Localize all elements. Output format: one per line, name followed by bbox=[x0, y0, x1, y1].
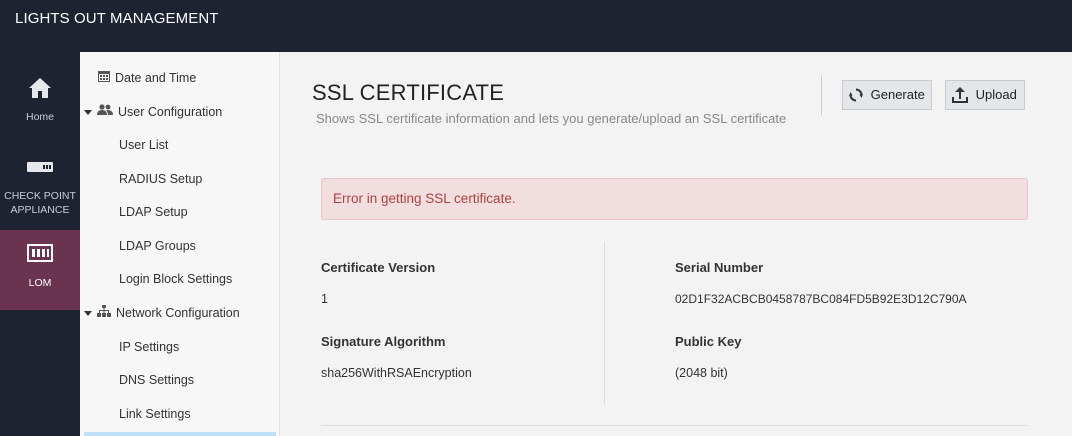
caret-down-icon bbox=[84, 109, 92, 115]
main-content: SSL CERTIFICATE Shows SSL certificate in… bbox=[281, 52, 1072, 436]
column-divider bbox=[604, 242, 605, 405]
nav-home-label: Home bbox=[25, 111, 54, 123]
network-icon bbox=[97, 304, 111, 322]
public-key-label: Public Key bbox=[675, 334, 742, 349]
subnav-label: Date and Time bbox=[115, 71, 197, 85]
nav-check-point-appliance[interactable]: CHECK POINT APPLIANCE bbox=[0, 160, 80, 220]
subnav-login-block-settings[interactable]: Login Block Settings bbox=[119, 270, 232, 288]
nav-lom-label: LOM bbox=[28, 277, 52, 289]
signature-algorithm-value: sha256WithRSAEncryption bbox=[321, 366, 472, 380]
home-icon bbox=[0, 76, 80, 100]
subnav-label: User Configuration bbox=[118, 105, 223, 119]
lom-icon bbox=[0, 244, 80, 262]
refresh-icon bbox=[849, 87, 871, 102]
subnav-radius-setup[interactable]: RADIUS Setup bbox=[119, 170, 202, 188]
subnav-ldap-groups[interactable]: LDAP Groups bbox=[119, 237, 196, 255]
header-divider bbox=[821, 75, 822, 115]
subnav-label: Network Configuration bbox=[116, 306, 240, 320]
upload-button[interactable]: Upload bbox=[945, 80, 1025, 110]
nav-lom[interactable]: LOM bbox=[0, 230, 80, 310]
appliance-icon bbox=[0, 160, 80, 174]
sub-nav: Date and Time User Configuration User Li… bbox=[80, 52, 280, 436]
serial-number-label: Serial Number bbox=[675, 260, 764, 275]
public-key-value: (2048 bit) bbox=[675, 366, 728, 380]
certificate-version-label: Certificate Version bbox=[321, 260, 436, 275]
page-subtitle: Shows SSL certificate information and le… bbox=[316, 111, 787, 126]
certificate-version-value: 1 bbox=[321, 292, 328, 306]
nav-home[interactable]: Home bbox=[0, 76, 80, 136]
top-bar: LIGHTS OUT MANAGEMENT bbox=[0, 0, 1072, 52]
nav-appliance-line2: APPLIANCE bbox=[10, 204, 70, 216]
subnav-user-list[interactable]: User List bbox=[119, 136, 168, 154]
main-nav: Home CHECK POINT APPLIANCE LOM bbox=[0, 52, 80, 436]
subnav-ip-settings[interactable]: IP Settings bbox=[119, 338, 179, 356]
upload-label: Upload bbox=[975, 87, 1017, 102]
selected-item-highlight bbox=[84, 432, 276, 436]
nav-appliance-line1: CHECK POINT bbox=[4, 190, 76, 202]
app-title: LIGHTS OUT MANAGEMENT bbox=[15, 10, 219, 27]
serial-number-value: 02D1F32ACBCB0458787BC084FD5B92E3D12C790A bbox=[675, 292, 967, 306]
subnav-dns-settings[interactable]: DNS Settings bbox=[119, 371, 194, 389]
section-divider bbox=[321, 425, 1028, 426]
upload-icon bbox=[952, 86, 976, 103]
users-icon bbox=[97, 103, 113, 121]
signature-algorithm-label: Signature Algorithm bbox=[321, 334, 446, 349]
caret-down-icon bbox=[84, 310, 92, 316]
generate-button[interactable]: Generate bbox=[842, 80, 932, 110]
generate-label: Generate bbox=[870, 87, 925, 102]
subnav-network-configuration[interactable]: Network Configuration bbox=[84, 304, 240, 322]
page-title: SSL CERTIFICATE bbox=[312, 80, 505, 105]
subnav-ldap-setup[interactable]: LDAP Setup bbox=[119, 203, 188, 221]
error-alert: Error in getting SSL certificate. bbox=[321, 178, 1028, 220]
subnav-date-and-time[interactable]: Date and Time bbox=[98, 69, 196, 87]
subnav-user-configuration[interactable]: User Configuration bbox=[84, 103, 222, 121]
subnav-link-settings[interactable]: Link Settings bbox=[119, 405, 191, 423]
calendar-icon bbox=[98, 69, 110, 87]
